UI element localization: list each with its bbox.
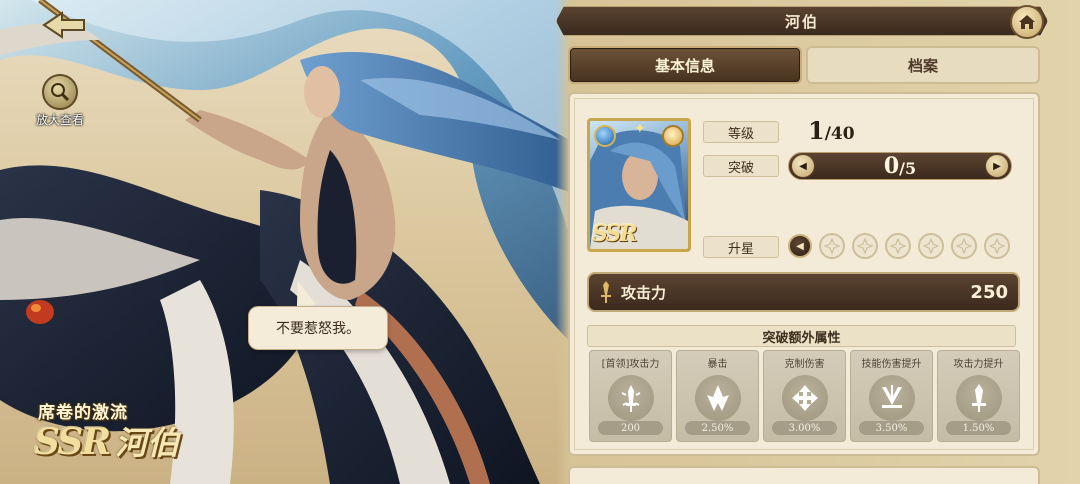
- breakthrough-current: 0: [883, 153, 900, 179]
- character-name: 河伯: [115, 424, 180, 462]
- extra-attr-name: 技能伤害提升: [861, 359, 922, 370]
- extra-attr-card[interactable]: [首领]攻击力 200: [589, 350, 672, 442]
- empty-star-icon: [890, 238, 906, 254]
- zoom-view-button[interactable]: 放大查看: [32, 74, 88, 128]
- rarity-badge: SSR: [34, 421, 111, 463]
- counter-arrows-icon: [781, 375, 828, 421]
- attack-stat-bar: 攻击力 250: [587, 272, 1020, 312]
- sword-sparkle-icon: [607, 375, 654, 421]
- tab-basic-info[interactable]: 基本信息: [568, 46, 802, 84]
- speech-bubble: 不要惹怒我。: [248, 306, 388, 350]
- extra-attributes-title: 突破额外属性: [587, 325, 1016, 347]
- attack-label: 攻击力: [621, 283, 667, 302]
- extra-attr-name: 攻击力提升: [953, 359, 1004, 370]
- star-up-label: 升星: [703, 236, 779, 258]
- extra-attributes-list: [首领]攻击力 200 暴击 2.50% 克制伤害 3.00% 技能伤害提升 3…: [589, 350, 1020, 442]
- star-slot: [852, 233, 878, 259]
- back-button[interactable]: [40, 10, 88, 40]
- empty-star-icon: [956, 238, 972, 254]
- extra-attr-card[interactable]: 暴击 2.50%: [676, 350, 759, 442]
- level-value: 1/40: [808, 116, 855, 145]
- breakthrough-max: /5: [899, 158, 917, 178]
- star-icon: ✦: [634, 121, 646, 137]
- star-slot: [885, 233, 911, 259]
- companion-avatar-icon: [662, 125, 684, 147]
- page-title: 河伯: [556, 6, 1048, 36]
- extra-attr-name: [首领]攻击力: [601, 359, 660, 370]
- star-slot: [918, 233, 944, 259]
- skill-swords-icon: [868, 375, 915, 421]
- extra-attr-card[interactable]: 克制伤害 3.00%: [763, 350, 846, 442]
- portrait-rarity: SSR: [592, 221, 638, 247]
- character-art: 放大查看 不要惹怒我。 席卷的激流 SSR 河伯: [0, 0, 590, 484]
- extra-attr-card[interactable]: 技能伤害提升 3.50%: [850, 350, 933, 442]
- tab-profile[interactable]: 档案: [806, 46, 1040, 84]
- character-title: SSR 河伯: [34, 418, 179, 464]
- star-slot: [819, 233, 845, 259]
- character-portrait[interactable]: ✦ SSR: [587, 118, 691, 252]
- extra-attr-card[interactable]: 攻击力提升 1.50%: [937, 350, 1020, 442]
- extra-attr-value: 3.50%: [859, 421, 924, 435]
- breakthrough-label: 突破: [703, 155, 779, 177]
- breakthrough-value: 0/5: [789, 153, 1011, 179]
- level-label: 等级: [703, 121, 779, 143]
- attack-up-icon: [955, 375, 1002, 421]
- level-max: /40: [824, 124, 855, 144]
- secondary-card: [568, 466, 1040, 484]
- tab-bar: 基本信息 档案: [568, 46, 1040, 84]
- empty-star-icon: [824, 238, 840, 254]
- level-current: 1: [808, 116, 825, 145]
- extra-attr-value: 2.50%: [685, 421, 750, 435]
- extra-attr-name: 暴击: [707, 359, 728, 370]
- home-button[interactable]: [1010, 5, 1044, 39]
- breakthrough-bar: ◀ 0/5 ▶: [788, 152, 1012, 180]
- home-icon: [1019, 15, 1035, 29]
- star-prev-button[interactable]: ◀: [788, 234, 812, 258]
- star-slot: [984, 233, 1010, 259]
- zoom-view-label: 放大查看: [35, 113, 84, 127]
- attack-value: 250: [970, 281, 1008, 303]
- extra-attr-value: 1.50%: [946, 421, 1011, 435]
- empty-star-icon: [857, 238, 873, 254]
- sword-icon: [601, 281, 611, 303]
- back-arrow-icon: [42, 11, 85, 39]
- breakthrough-next-button[interactable]: ▶: [985, 154, 1009, 178]
- crit-shard-icon: [694, 375, 741, 421]
- empty-star-icon: [989, 238, 1005, 254]
- empty-star-icon: [923, 238, 939, 254]
- extra-attr-value: 200: [598, 421, 663, 435]
- extra-attr-name: 克制伤害: [784, 359, 825, 370]
- water-element-icon: [594, 125, 616, 147]
- magnifier-icon: [42, 74, 78, 110]
- star-slot: [951, 233, 977, 259]
- extra-attr-value: 3.00%: [772, 421, 837, 435]
